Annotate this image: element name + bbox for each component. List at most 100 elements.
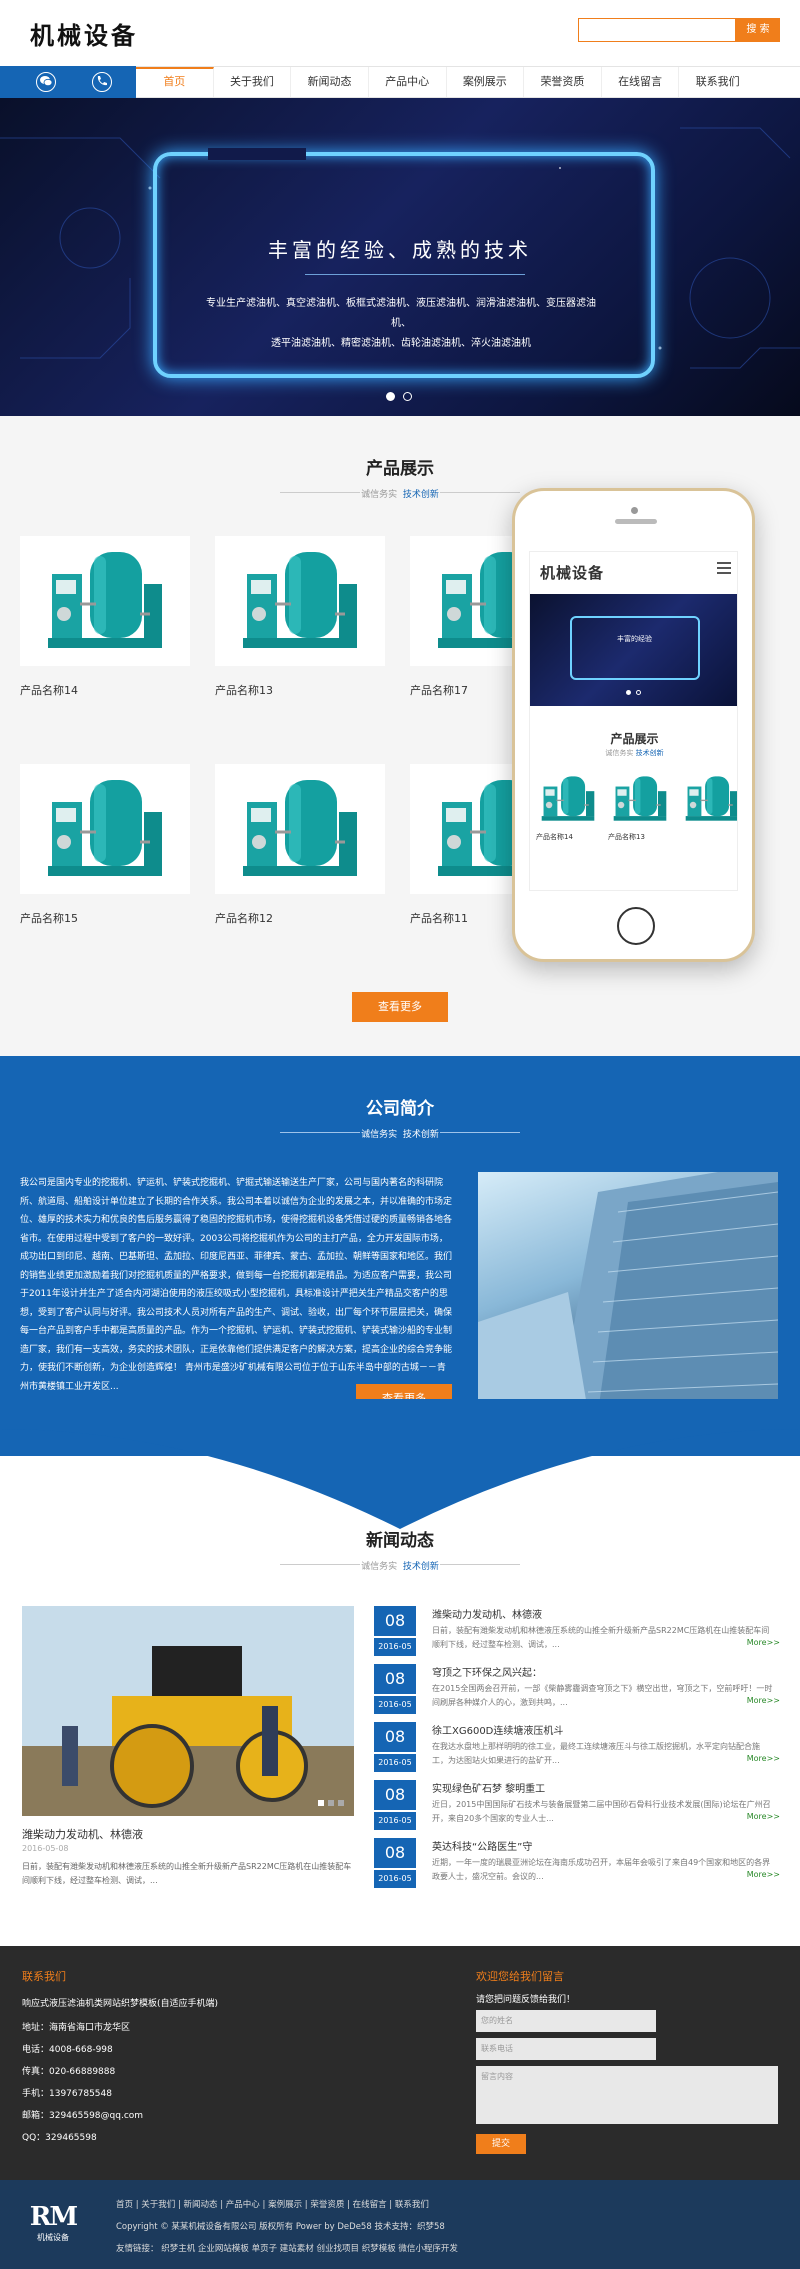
- news-item[interactable]: 08 2016-05 潍柴动力发动机、林德液日前，装配有潍柴发动机和林德液压系统的山…: [374, 1606, 780, 1656]
- filter-machine-image: [685, 776, 737, 821]
- search-bar: 搜 索: [578, 18, 780, 42]
- lead-image-pager: [318, 1800, 344, 1806]
- lead-pager-dot-3[interactable]: [338, 1800, 344, 1806]
- company-heading: 公司简介 诚信务实 技术创新: [0, 1094, 800, 1140]
- banner-dot-2[interactable]: [403, 392, 412, 401]
- banner-dot-1[interactable]: [386, 392, 395, 401]
- lead-pager-dot-1[interactable]: [318, 1800, 324, 1806]
- friend-links[interactable]: 友情链接： 织梦主机 企业网站模板 单页子 建站素材 创业找项目 织梦模板 微信…: [116, 2242, 458, 2254]
- submit-button[interactable]: 提交: [476, 2134, 526, 2154]
- product-image[interactable]: [215, 764, 385, 894]
- product-name[interactable]: 产品名称15: [20, 910, 190, 926]
- phone-sub-a: 诚信务实: [605, 749, 634, 757]
- nav-item-honors[interactable]: 荣誉资质: [524, 67, 602, 97]
- news-item-title[interactable]: 穹顶之下环保之风兴起：: [432, 1664, 542, 1679]
- banner-divider: [305, 274, 525, 275]
- lead-news-text: 日前，装配有潍柴发动机和林德液压系统的山推全新升级新产品SR22MC压路机在山推…: [22, 1862, 352, 1885]
- phone-product-card[interactable]: [680, 770, 737, 828]
- news-item-title[interactable]: 英达科技“公路医生”守: [432, 1838, 532, 1853]
- news-item[interactable]: 08 2016-05 英达科技“公路医生”守近期，一年一度的瑞晨亚洲论坛在海南乐成功…: [374, 1838, 780, 1888]
- product-image[interactable]: [20, 764, 190, 894]
- nav-list: 首页 关于我们 新闻动态 产品中心 案例展示 荣誉资质 在线留言 联系我们: [136, 67, 756, 97]
- news-item-title[interactable]: 潍柴动力发动机、林德液: [432, 1606, 542, 1621]
- phone-input[interactable]: 联系电话: [476, 2038, 656, 2060]
- news-more-link[interactable]: More>>: [747, 1812, 780, 1821]
- news-sub-b: 技术创新: [402, 1562, 439, 1572]
- site-logo[interactable]: 机械设备: [30, 16, 138, 51]
- news-item[interactable]: 08 2016-05 穹顶之下环保之风兴起： 在2015全国两会召开前，一部《柴静雾霾…: [374, 1664, 780, 1714]
- nav-item-about[interactable]: 关于我们: [214, 67, 292, 97]
- news-item-title[interactable]: 实现绿色矿石梦 黎明重工: [432, 1780, 545, 1795]
- phone-product-card[interactable]: 产品名称14: [536, 770, 600, 842]
- news-heading: 新闻动态 诚信务实 技术创新: [0, 1526, 800, 1572]
- nav-item-home[interactable]: 首页: [136, 67, 214, 97]
- products-title: 产品展示: [366, 459, 434, 479]
- product-image[interactable]: [20, 536, 190, 666]
- product-name[interactable]: 产品名称13: [215, 682, 385, 698]
- wechat-icon[interactable]: [36, 72, 56, 92]
- name-input[interactable]: 您的姓名: [476, 2010, 656, 2032]
- search-button[interactable]: 搜 索: [736, 18, 780, 42]
- news-date-badge: 08 2016-05: [374, 1606, 416, 1656]
- company-subtitle: 诚信务实 技术创新: [0, 1127, 800, 1140]
- news-item-title[interactable]: 徐工XG600D连续塘液压机斗: [432, 1722, 563, 1737]
- nav-item-contact[interactable]: 联系我们: [679, 67, 756, 97]
- products-more-button[interactable]: 查看更多: [352, 992, 448, 1022]
- heading-rule-right: [440, 1132, 520, 1133]
- nav-item-message[interactable]: 在线留言: [602, 67, 680, 97]
- filter-machine-image: [243, 552, 357, 648]
- news-lead-image[interactable]: [22, 1606, 354, 1816]
- hero-banner[interactable]: 丰富的经验、成熟的技术 专业生产滤油机、真空滤油机、板框式滤油机、液压滤油机、润…: [0, 98, 800, 416]
- heading-rule-right: [440, 1564, 520, 1565]
- contact-email: 邮箱：329465598@qq.com: [22, 2111, 144, 2121]
- product-card[interactable]: 产品名称14: [20, 536, 190, 698]
- phone-banner-title: 丰富的经验: [617, 635, 652, 643]
- news-more-link[interactable]: More>>: [747, 1754, 780, 1763]
- phone-section-sub: 诚信务实 技术创新: [530, 748, 737, 758]
- news-item-text: 在我达水盘地上那样明明的徐工业，最终工连续塘液压斗与徐工版挖掘机，水平定向钻配合…: [432, 1742, 760, 1765]
- product-card[interactable]: 产品名称15: [20, 764, 190, 926]
- news-month: 2016-05: [374, 1696, 416, 1714]
- product-card[interactable]: 产品名称13: [215, 536, 385, 698]
- contact-title: 联系我们: [22, 1970, 66, 1983]
- product-name[interactable]: 产品名称14: [20, 682, 190, 698]
- lead-news-date: 2016-05-08: [22, 1844, 69, 1853]
- lead-news-title[interactable]: 潍柴动力发动机、林德液: [22, 1826, 143, 1842]
- message-title: 欢迎您给我们留言: [476, 1970, 564, 1983]
- rm-mark: RM: [29, 2202, 78, 2232]
- phone-icon[interactable]: [92, 72, 112, 92]
- neon-frame-gap: [208, 148, 306, 160]
- nav-item-news[interactable]: 新闻动态: [291, 67, 369, 97]
- news-more-link[interactable]: More>>: [747, 1696, 780, 1705]
- phone-dot-1: [626, 690, 631, 695]
- contact-fax: 传真：020-66889888: [22, 2067, 116, 2077]
- news-subtitle: 诚信务实 技术创新: [0, 1559, 800, 1572]
- news-more-link[interactable]: More>>: [747, 1870, 780, 1879]
- phone-camera: [631, 507, 638, 514]
- nav-item-cases[interactable]: 案例展示: [447, 67, 525, 97]
- phone-mockup: 机械设备 丰富的经验 产品展示 诚信务实 技术创新 产品名称14 产品名称13: [512, 488, 755, 962]
- product-name[interactable]: 产品名称12: [215, 910, 385, 926]
- phone-product-card[interactable]: 产品名称13: [608, 770, 672, 842]
- footer-links[interactable]: 首页 | 关于我们 | 新闻动态 | 产品中心 | 案例展示 | 荣誉资质 | …: [116, 2198, 429, 2210]
- lead-pager-dot-2[interactable]: [328, 1800, 334, 1806]
- news-item[interactable]: 08 2016-05 实现绿色矿石梦 黎明重工 近日，2015中国国际矿石技术与装备展…: [374, 1780, 780, 1830]
- news-item[interactable]: 08 2016-05 徐工XG600D连续塘液压机斗 在我达水盘地上那样明明的徐工业，…: [374, 1722, 780, 1772]
- nav-item-products[interactable]: 产品中心: [369, 67, 447, 97]
- news-item-text: 近期，一年一度的瑞晨亚洲论坛在海南乐成功召开，本届年会吸引了来自49个国家和地区…: [432, 1858, 771, 1881]
- menu-icon[interactable]: [717, 562, 731, 574]
- search-input[interactable]: [578, 18, 736, 42]
- news-item-text: 日前，装配有潍柴发动机和林德液压系统的山推全新升级新产品SR22MC压路机在山推…: [432, 1626, 770, 1649]
- product-image[interactable]: [215, 536, 385, 666]
- banner-desc: 专业生产滤油机、真空滤油机、板框式滤油机、液压滤油机、润滑油滤油机、变压器滤油机…: [206, 294, 596, 354]
- news-more-link[interactable]: More>>: [747, 1638, 780, 1647]
- company-intro-text: 我公司是国内专业的挖掘机、铲运机、铲装式挖掘机、铲掘式输送输送生产厂家，公司与国…: [20, 1178, 453, 1392]
- message-textarea[interactable]: 留言内容: [476, 2066, 778, 2124]
- contact-line: 响应式液压滤油机类网站织梦模板(自适应手机端): [22, 1999, 219, 2009]
- filter-machine-image: [541, 776, 595, 821]
- product-card[interactable]: 产品名称12: [215, 764, 385, 926]
- header: 机械设备 搜 索: [0, 0, 800, 66]
- phone-home-button: [617, 907, 655, 945]
- news-day: 08: [374, 1780, 416, 1810]
- news-date-badge: 08 2016-05: [374, 1838, 416, 1888]
